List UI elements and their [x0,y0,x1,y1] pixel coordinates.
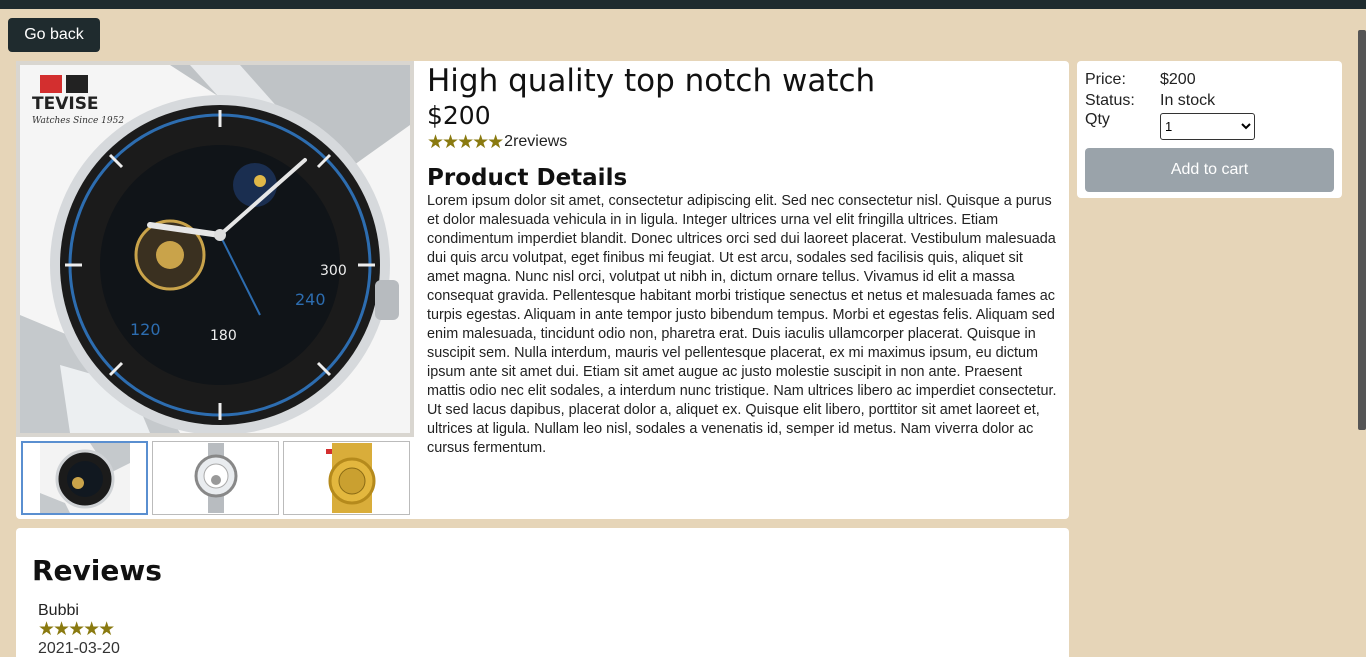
status-label: Status: [1085,91,1135,109]
qty-label: Qty [1085,111,1110,128]
thumbnail-watch-silver-icon [170,443,261,513]
review-date: 2021-03-20 [38,640,120,657]
watch-image: 120 240 180 300 TEVISE Watches Since 195… [20,65,410,433]
svg-text:120: 120 [130,320,161,339]
review-author: Bubbi [38,602,79,619]
star-rating-icon: ★★★★★ [427,131,504,153]
reviews-count: 2reviews [504,133,568,150]
purchase-panel: Price: $200 Status: In stock Qty 1 Add t… [1077,61,1342,198]
price-label: Price: [1085,70,1126,88]
top-bar [0,0,1366,9]
product-title: High quality top notch watch [427,63,876,99]
product-card: 120 240 180 300 TEVISE Watches Since 195… [16,61,1069,519]
status-value: In stock [1160,91,1216,109]
review-star-rating-icon: ★★★★★ [38,619,115,640]
status-row: Status: In stock [1085,90,1334,111]
product-price: $200 [427,101,491,130]
add-to-cart-button[interactable]: Add to cart [1085,148,1334,192]
page-scrollbar[interactable] [1358,30,1366,430]
image-thumbnails [21,441,414,515]
price-row: Price: $200 [1085,69,1334,90]
review-item: Bubbi ★★★★★ 2021-03-20 [38,602,120,657]
reviews-heading: Reviews [32,554,162,587]
qty-select[interactable]: 1 [1160,113,1255,140]
brand-tagline: Watches Since 1952 [32,116,124,126]
price-value: $200 [1160,70,1196,88]
product-info: High quality top notch watch $200 ★★★★★ … [427,63,1057,458]
qty-row: Qty 1 [1085,111,1334,140]
thumbnail-1[interactable] [21,441,148,515]
svg-text:300: 300 [320,263,347,279]
product-details-heading: Product Details [427,165,628,191]
thumbnail-watch-black-icon [39,443,130,513]
svg-text:180: 180 [210,328,237,344]
product-rating: ★★★★★ 2reviews [427,131,1057,153]
product-description: Lorem ipsum dolor sit amet, consectetur … [427,193,1057,456]
main-product-image: 120 240 180 300 TEVISE Watches Since 195… [16,61,414,437]
brand-logo: TEVISE [32,94,99,114]
thumbnail-2[interactable] [152,441,279,515]
svg-text:240: 240 [295,290,326,309]
go-back-button[interactable]: Go back [8,18,100,52]
reviews-section: Reviews Bubbi ★★★★★ 2021-03-20 [16,528,1069,657]
thumbnail-3[interactable] [283,441,410,515]
thumbnail-watch-gold-icon [301,443,392,513]
